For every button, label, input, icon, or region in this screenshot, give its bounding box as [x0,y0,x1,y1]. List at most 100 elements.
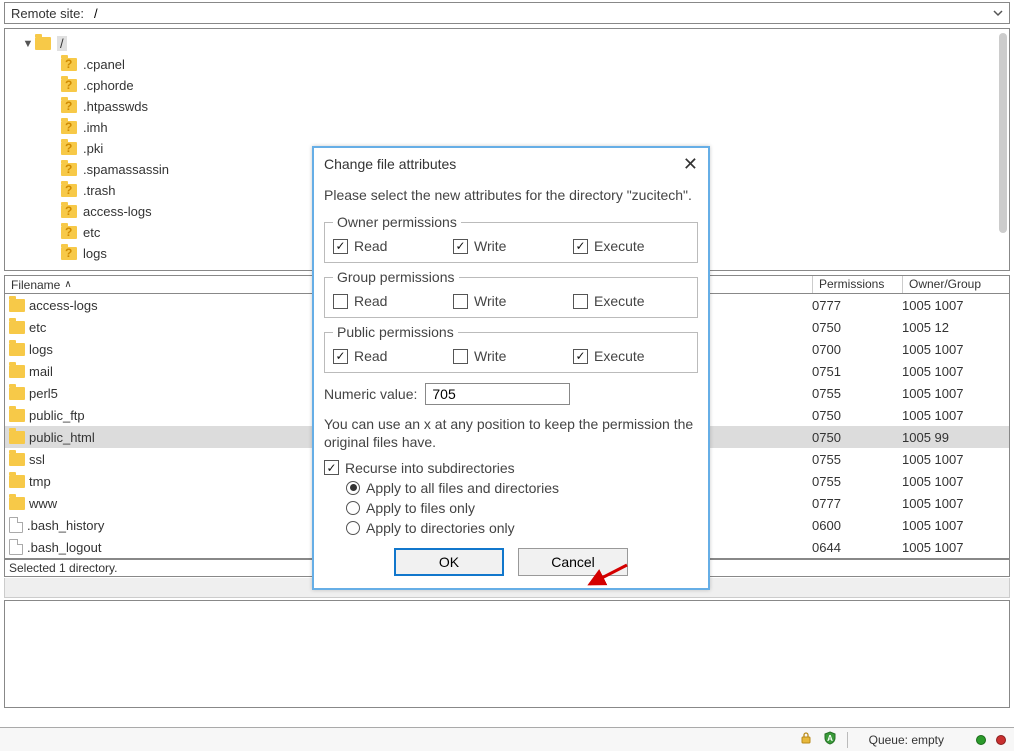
tree-collapse-icon[interactable]: ▼ [21,38,35,50]
cell-permissions: 0777 [812,496,902,511]
checkbox-icon [333,349,348,364]
dialog-title: Change file attributes [324,156,456,172]
write-label: Write [474,348,506,364]
remote-site-input[interactable] [90,3,989,23]
cell-owner: 1005 99 [902,430,1009,445]
tree-item-label: .htpasswds [83,99,148,114]
cell-owner: 1005 1007 [902,364,1009,379]
folder-icon [9,321,25,334]
apply-all-radio[interactable]: Apply to all files and directories [346,480,698,496]
chevron-down-icon[interactable] [989,4,1007,22]
folder-unknown-icon [61,184,77,197]
col-header-filename-label: Filename [11,278,60,292]
group-execute-checkbox[interactable]: Execute [573,293,683,309]
col-header-owner[interactable]: Owner/Group [902,276,1009,293]
recurse-label: Recurse into subdirectories [345,460,515,476]
public-execute-checkbox[interactable]: Execute [573,348,683,364]
apply-files-radio[interactable]: Apply to files only [346,500,698,516]
recurse-checkbox[interactable]: Recurse into subdirectories [324,460,698,476]
sort-asc-icon: ∧ [64,279,71,290]
checkbox-icon [453,349,468,364]
folder-icon [9,387,25,400]
change-attributes-dialog: Change file attributes ✕ Please select t… [312,146,710,590]
checkbox-icon [324,460,339,475]
checkbox-icon [453,239,468,254]
cell-permissions: 0600 [812,518,902,533]
tree-item[interactable]: .cpanel [61,54,1009,75]
tree-root-label: / [57,36,67,51]
tree-item-label: logs [83,246,107,261]
cell-owner: 1005 1007 [902,386,1009,401]
tree-item-label: access-logs [83,204,152,219]
folder-unknown-icon [61,79,77,92]
checkbox-icon [333,239,348,254]
read-label: Read [354,238,387,254]
owner-read-checkbox[interactable]: Read [333,238,453,254]
cell-permissions: 0750 [812,320,902,335]
folder-icon [35,37,51,50]
transfer-queue-panel [4,600,1010,708]
folder-icon [9,343,25,356]
status-led-green-icon [976,735,986,745]
col-header-permissions[interactable]: Permissions [812,276,902,293]
folder-icon [9,365,25,378]
folder-unknown-icon [61,163,77,176]
numeric-value-input[interactable] [425,383,570,405]
radio-icon [346,521,360,535]
cell-owner: 1005 1007 [902,342,1009,357]
tree-item[interactable]: .imh [61,117,1009,138]
owner-permissions-group: Owner permissions Read Write Execute [324,214,698,263]
write-label: Write [474,293,506,309]
tree-item-label: .pki [83,141,103,156]
checkbox-icon [573,239,588,254]
folder-icon [9,431,25,444]
group-write-checkbox[interactable]: Write [453,293,573,309]
close-icon[interactable]: ✕ [683,154,698,175]
owner-execute-checkbox[interactable]: Execute [573,238,683,254]
cell-owner: 1005 12 [902,320,1009,335]
file-icon [9,539,23,555]
write-label: Write [474,238,506,254]
folder-icon [9,475,25,488]
cell-owner: 1005 1007 [902,474,1009,489]
checkbox-icon [333,294,348,309]
tree-item-label: .cpanel [83,57,125,72]
read-label: Read [354,348,387,364]
numeric-hint: You can use an x at any position to keep… [324,415,698,451]
tree-item[interactable]: .cphorde [61,75,1009,96]
folder-unknown-icon [61,247,77,260]
folder-unknown-icon [61,100,77,113]
lock-icon [799,731,813,748]
status-led-red-icon [996,735,1006,745]
public-legend: Public permissions [333,324,458,340]
read-label: Read [354,293,387,309]
execute-label: Execute [594,238,645,254]
ok-button[interactable]: OK [394,548,504,576]
cell-owner: 1005 1007 [902,540,1009,555]
scrollbar[interactable] [999,33,1007,233]
folder-unknown-icon [61,205,77,218]
cell-permissions: 0750 [812,430,902,445]
radio-icon [346,481,360,495]
owner-legend: Owner permissions [333,214,461,230]
shield-icon: A [823,731,837,748]
public-permissions-group: Public permissions Read Write Execute [324,324,698,373]
checkbox-icon [573,294,588,309]
remote-site-label: Remote site: [5,6,90,21]
tree-root-row[interactable]: ▼ / [21,33,1009,54]
folder-unknown-icon [61,142,77,155]
cell-permissions: 0644 [812,540,902,555]
public-write-checkbox[interactable]: Write [453,348,573,364]
cell-permissions: 0755 [812,474,902,489]
owner-write-checkbox[interactable]: Write [453,238,573,254]
cancel-button[interactable]: Cancel [518,548,628,576]
folder-unknown-icon [61,58,77,71]
checkbox-icon [573,349,588,364]
cell-permissions: 0750 [812,408,902,423]
apply-dirs-radio[interactable]: Apply to directories only [346,520,698,536]
execute-label: Execute [594,348,645,364]
tree-item[interactable]: .htpasswds [61,96,1009,117]
group-read-checkbox[interactable]: Read [333,293,453,309]
status-bar: A Queue: empty [0,727,1014,751]
public-read-checkbox[interactable]: Read [333,348,453,364]
